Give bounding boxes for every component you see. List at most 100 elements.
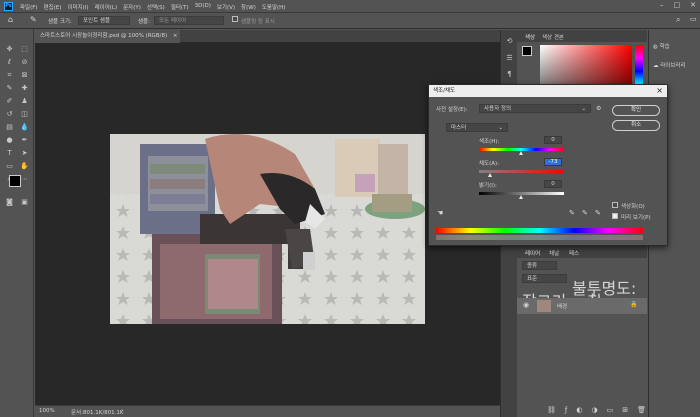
tab-layers[interactable]: 레이어 — [525, 249, 540, 257]
eyedropper-icon[interactable]: ✎ — [569, 209, 575, 217]
menu-item[interactable]: 파일(F) — [20, 3, 38, 11]
channel-select[interactable]: 마스터 ⌄ — [446, 123, 508, 132]
hue-saturation-dialog: 색조/채도 × 사전 설정(E): 사용자 정의 ⌄ ⚙ 마스터 ⌄ 색조(H)… — [428, 84, 668, 246]
hue-value-field[interactable]: 0 — [544, 136, 562, 144]
ok-button[interactable]: 확인 — [612, 105, 660, 116]
eyedropper-tool-icon[interactable]: ✎ — [3, 82, 16, 94]
menu-item[interactable]: 문자(Y) — [123, 3, 141, 11]
learn-item[interactable]: ◍ 학습 — [653, 42, 670, 50]
menu-item[interactable]: 3D(D) — [195, 3, 211, 11]
new-layer-icon[interactable]: ⊞ — [622, 406, 628, 414]
zoom-level[interactable]: 100% — [39, 408, 55, 414]
close-tab-icon[interactable]: × — [173, 33, 178, 39]
screen-mode-icon[interactable]: ▣ — [18, 196, 31, 208]
quick-select-icon[interactable]: ⊘ — [18, 56, 31, 68]
brush-tool-icon[interactable]: ✐ — [3, 95, 16, 107]
lightness-slider-thumb[interactable] — [519, 195, 523, 199]
layer-filter-select[interactable]: 종류 — [522, 261, 557, 270]
adjustment-icon[interactable]: ◑ — [591, 406, 597, 414]
document-photo[interactable] — [110, 134, 425, 324]
menu-item[interactable]: 필터(T) — [171, 3, 189, 11]
healing-brush-icon[interactable]: ✚ — [18, 82, 31, 94]
targeted-adjustment-icon[interactable]: ☚ — [437, 209, 443, 217]
learn-label: 학습 — [659, 44, 670, 50]
fx-icon[interactable]: ƒ — [565, 406, 567, 414]
sample-size-select[interactable]: 포인트 샘플 — [78, 16, 130, 25]
close-window-button[interactable]: ✕ — [690, 1, 696, 9]
path-select-icon[interactable]: ➤ — [18, 147, 31, 159]
cancel-button[interactable]: 취소 — [612, 120, 660, 131]
preset-options-icon[interactable]: ⚙ — [596, 105, 601, 112]
saturation-value-field[interactable]: -73 — [544, 158, 562, 166]
lightness-value-field[interactable]: 0 — [544, 180, 562, 188]
gradient-tool-icon[interactable]: ▤ — [3, 121, 16, 133]
link-layers-icon[interactable]: ⛓ — [547, 406, 556, 414]
preview-checkbox[interactable] — [612, 213, 618, 219]
quick-mask-icon[interactable]: ◙ — [3, 196, 16, 208]
photoshop-logo: Ps — [4, 2, 13, 11]
eyedropper-add-icon[interactable]: ✎ — [582, 209, 588, 217]
hue-slider-thumb[interactable] — [519, 151, 523, 155]
saturation-label: 채도(A): — [479, 161, 500, 167]
layer-name: 배경 — [557, 304, 568, 310]
menu-item[interactable]: 레이어(L) — [95, 3, 118, 11]
move-tool-icon[interactable]: ✥ — [3, 43, 16, 55]
foreground-color-swatch[interactable] — [9, 175, 21, 187]
maximize-button[interactable]: □ — [674, 1, 681, 9]
tab-channels[interactable]: 채널 — [549, 249, 559, 257]
minimize-button[interactable]: – — [660, 1, 664, 9]
search-icon[interactable]: ⌕ — [676, 15, 680, 25]
preset-value: 사용자 정의 — [484, 106, 512, 112]
visibility-eye-icon[interactable]: ◉ — [523, 301, 529, 309]
group-icon[interactable]: ▭ — [607, 406, 614, 414]
workspace-icon[interactable]: ▭ — [690, 15, 697, 23]
color-panel-tabs: 색상 색상 견본 — [517, 30, 647, 42]
tab-swatches[interactable]: 색상 견본 — [542, 33, 564, 41]
sample-size-label: 샘플 크기: — [48, 19, 72, 25]
home-icon[interactable]: ⌂ — [8, 15, 13, 24]
dialog-close-icon[interactable]: × — [656, 85, 663, 97]
status-arrow-icon[interactable]: › — [121, 408, 123, 414]
show-ring-checkbox[interactable] — [232, 16, 238, 22]
document-size: 문서:801.1K/801.1K — [71, 410, 124, 416]
type-tool-icon[interactable]: T — [3, 147, 16, 159]
saturation-slider-thumb[interactable] — [487, 173, 492, 177]
trash-icon[interactable]: 🗑 — [637, 406, 646, 414]
document-tab[interactable]: 스마트스토어 시장놀이정리함.psd @ 100% (RGB/8) × — [35, 30, 180, 43]
menu-item[interactable]: 편집(E) — [44, 3, 62, 11]
menu-item[interactable]: 도움말(H) — [262, 3, 286, 11]
frame-tool-icon[interactable]: ⊠ — [18, 69, 31, 81]
tab-paths[interactable]: 패스 — [569, 249, 579, 257]
colorize-checkbox[interactable] — [612, 202, 618, 208]
pen-tool-icon[interactable]: ✒ — [18, 134, 31, 146]
paragraph-panel-icon[interactable]: ¶ — [503, 68, 516, 80]
menu-item[interactable]: 선택(S) — [147, 3, 165, 11]
menu-items: 파일(F) 편집(E) 이미지(I) 레이어(L) 문자(Y) 선택(S) 필터(T) 3D(… — [20, 3, 285, 11]
lasso-tool-icon[interactable]: ℓ — [3, 56, 16, 68]
artboard-tool-icon[interactable]: ⬚ — [18, 43, 31, 55]
lightbulb-icon: ◍ — [653, 44, 658, 50]
eyedropper-subtract-icon[interactable]: ✎ — [595, 209, 601, 217]
menu-item[interactable]: 보기(V) — [217, 3, 235, 11]
eyedropper-icon[interactable]: ✎ — [30, 15, 37, 24]
preset-select[interactable]: 사용자 정의 ⌄ — [479, 104, 591, 113]
blur-tool-icon[interactable]: 💧 — [18, 121, 31, 133]
tab-color[interactable]: 색상 — [525, 33, 535, 41]
dodge-tool-icon[interactable]: ● — [3, 134, 16, 146]
hand-tool-icon[interactable]: ✋ — [18, 160, 31, 172]
libraries-item[interactable]: ☁ 라이브러리 — [653, 61, 686, 69]
blend-mode-select[interactable]: 표준 — [522, 274, 567, 283]
stamp-tool-icon[interactable]: ♟ — [18, 95, 31, 107]
sample-select[interactable]: 모든 레이어 — [154, 16, 224, 25]
history-panel-icon[interactable]: ⟲ — [503, 35, 516, 47]
crop-tool-icon[interactable]: ⌗ — [3, 69, 16, 81]
menu-item[interactable]: 창(W) — [241, 3, 256, 11]
history-brush-icon[interactable]: ↺ — [3, 108, 16, 120]
properties-panel-icon[interactable]: ☰ — [503, 52, 516, 64]
eraser-tool-icon[interactable]: ◫ — [18, 108, 31, 120]
color-fg-swatch[interactable] — [522, 46, 532, 56]
menu-item[interactable]: 이미지(I) — [67, 3, 88, 11]
layer-row[interactable]: ◉ 배경 🔒 — [517, 298, 647, 314]
rectangle-tool-icon[interactable]: ▭ — [3, 160, 16, 172]
mask-icon[interactable]: ◐ — [576, 406, 582, 414]
